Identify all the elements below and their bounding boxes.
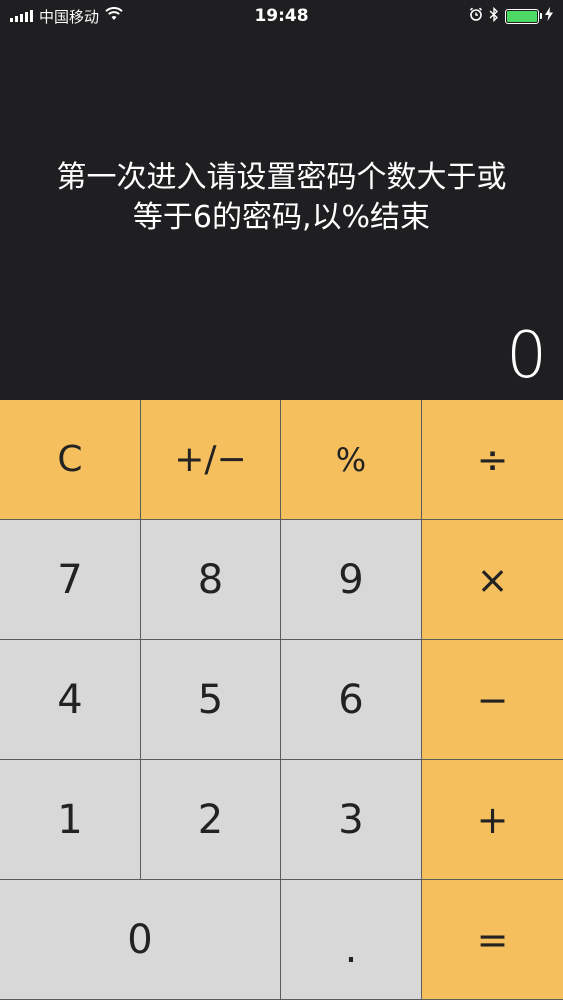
percent-button[interactable]: % <box>281 400 422 520</box>
password-instruction-message: 第一次进入请设置密码个数大于或 等于6的密码,以%结束 <box>0 158 563 238</box>
multiply-button[interactable]: × <box>422 520 563 640</box>
status-right <box>469 6 553 26</box>
digit-2-button[interactable]: 2 <box>141 760 281 880</box>
digit-6-button[interactable]: 6 <box>281 640 422 760</box>
decimal-point-button[interactable]: . <box>281 880 422 1000</box>
alarm-icon <box>469 7 483 25</box>
digit-4-button[interactable]: 4 <box>0 640 141 760</box>
signal-strength-icon <box>10 10 33 22</box>
digit-3-button[interactable]: 3 <box>281 760 422 880</box>
equals-button[interactable]: = <box>422 880 563 1000</box>
wifi-icon <box>105 7 123 25</box>
message-line-1: 第一次进入请设置密码个数大于或 <box>56 160 507 195</box>
plus-button[interactable]: + <box>422 760 563 880</box>
calculator-screen: 中国移动 19:48 第一次进入请设置密码个数大于或 等于6的密码,以%结束 0… <box>0 0 563 1000</box>
status-bar: 中国移动 19:48 <box>0 0 563 32</box>
digit-8-button[interactable]: 8 <box>141 520 281 640</box>
message-line-2: 等于6的密码,以%结束 <box>132 200 431 235</box>
digit-5-button[interactable]: 5 <box>141 640 281 760</box>
divide-button[interactable]: ÷ <box>422 400 563 520</box>
bluetooth-icon <box>489 6 499 26</box>
digit-7-button[interactable]: 7 <box>0 520 141 640</box>
digit-1-button[interactable]: 1 <box>0 760 141 880</box>
calculator-display: 0 <box>506 319 547 393</box>
keypad: C +/− % ÷ 7 8 9 × 4 5 6 − 1 2 3 + 0 . = <box>0 400 563 1000</box>
clear-button[interactable]: C <box>0 400 141 520</box>
digit-9-button[interactable]: 9 <box>281 520 422 640</box>
sign-toggle-button[interactable]: +/− <box>141 400 281 520</box>
carrier-label: 中国移动 <box>39 7 100 26</box>
status-left: 中国移动 <box>10 6 123 27</box>
digit-0-button[interactable]: 0 <box>0 880 281 1000</box>
charging-bolt-icon <box>545 7 553 25</box>
minus-button[interactable]: − <box>422 640 563 760</box>
battery-icon <box>505 8 542 24</box>
